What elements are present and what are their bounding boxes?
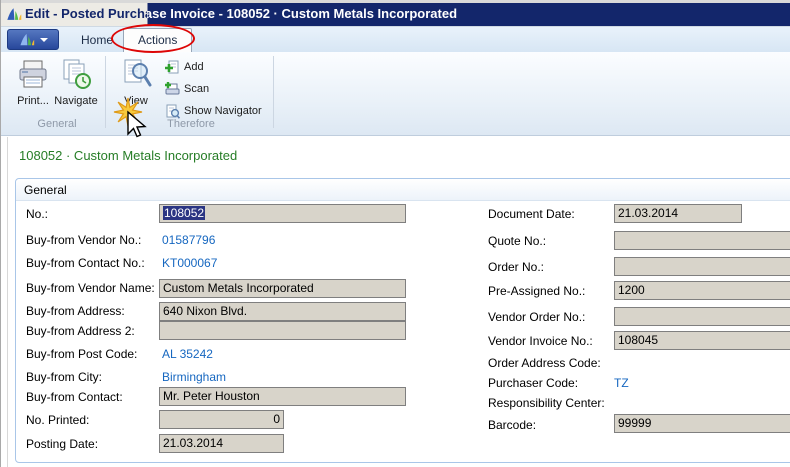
- scan-button[interactable]: Scan: [164, 80, 209, 98]
- no-field-label: No.:: [26, 207, 48, 221]
- view-icon: [120, 58, 152, 90]
- ribbon: Print... Navigate View: [1, 52, 790, 136]
- responsibility-center-label: Responsibility Center:: [488, 396, 605, 410]
- buy-from-post-code-label: Buy-from Post Code:: [26, 347, 137, 361]
- view-button[interactable]: View: [113, 56, 159, 120]
- scan-button-label: Scan: [184, 83, 209, 95]
- posting-date-label: Posting Date:: [26, 437, 98, 451]
- buy-from-contact-label: Buy-from Contact:: [26, 390, 123, 404]
- buy-from-contact-no-link[interactable]: KT000067: [162, 256, 217, 270]
- app-menu-logo-icon: [19, 33, 35, 47]
- purchaser-code-label: Purchaser Code:: [488, 376, 578, 390]
- application-menu-button[interactable]: [7, 29, 59, 50]
- barcode-label: Barcode:: [488, 418, 536, 432]
- posting-date-input[interactable]: 21.03.2014: [159, 434, 284, 453]
- pre-assigned-no-label: Pre-Assigned No.:: [488, 284, 585, 298]
- purchaser-code-link[interactable]: TZ: [614, 376, 629, 390]
- buy-from-vendor-no-label: Buy-from Vendor No.:: [26, 233, 141, 247]
- window-titlebar: Edit - Posted Purchase Invoice - 108052 …: [1, 3, 790, 26]
- actions-highlight-ellipse: [111, 24, 195, 53]
- document-date-label: Document Date:: [488, 207, 575, 221]
- vendor-order-no-label: Vendor Order No.:: [488, 310, 585, 324]
- add-icon: [164, 59, 180, 75]
- scan-icon: [164, 81, 180, 97]
- buy-from-contact-input[interactable]: Mr. Peter Houston: [159, 387, 406, 406]
- order-address-code-label: Order Address Code:: [488, 356, 601, 370]
- show-navigator-icon: [164, 103, 180, 119]
- buy-from-vendor-no-link[interactable]: 01587796: [162, 233, 215, 247]
- buy-from-address2-input[interactable]: [159, 321, 406, 340]
- pre-assigned-no-input[interactable]: 1200: [614, 281, 790, 300]
- order-no-label: Order No.:: [488, 260, 544, 274]
- order-no-input[interactable]: [614, 257, 790, 276]
- group-separator: [105, 56, 106, 128]
- group-separator: [273, 56, 274, 128]
- print-button[interactable]: Print...: [10, 56, 56, 120]
- general-fasttab-header[interactable]: General: [16, 179, 790, 201]
- no-input[interactable]: 108052: [159, 204, 406, 223]
- buy-from-address-input[interactable]: 640 Nixon Blvd.: [159, 302, 406, 321]
- no-input-selected-text: 108052: [163, 206, 205, 220]
- buy-from-address-label: Buy-from Address:: [26, 304, 125, 318]
- navigate-icon: [60, 58, 92, 90]
- vendor-invoice-no-label: Vendor Invoice No.:: [488, 334, 593, 348]
- navigate-button-label: Navigate: [53, 95, 99, 107]
- page-title: 108052 · Custom Metals Incorporated: [19, 148, 237, 163]
- buy-from-vendor-name-label: Buy-from Vendor Name:: [26, 281, 155, 295]
- group-label-therefore: Therefore: [109, 118, 273, 130]
- vendor-order-no-input[interactable]: [614, 307, 790, 326]
- content-left-border: [7, 137, 8, 467]
- group-label-general: General: [9, 118, 105, 130]
- buy-from-address2-label: Buy-from Address 2:: [26, 324, 135, 338]
- barcode-input[interactable]: 99999: [614, 414, 790, 433]
- buy-from-post-code-link[interactable]: AL 35242: [162, 347, 213, 361]
- vendor-invoice-no-input[interactable]: 108045: [614, 331, 790, 350]
- quote-no-label: Quote No.:: [488, 234, 546, 248]
- no-printed-input[interactable]: 0: [159, 410, 284, 429]
- posted-purchase-invoice-window: { "window": { "title": "Edit - Posted Pu…: [0, 0, 790, 467]
- navigate-button[interactable]: Navigate: [53, 56, 99, 120]
- show-navigator-button-label: Show Navigator: [184, 105, 262, 117]
- document-date-input[interactable]: 21.03.2014: [614, 204, 742, 223]
- buy-from-vendor-name-input[interactable]: Custom Metals Incorporated: [159, 279, 406, 298]
- no-printed-label: No. Printed:: [26, 413, 89, 427]
- buy-from-city-label: Buy-from City:: [26, 370, 102, 384]
- add-button[interactable]: Add: [164, 58, 204, 76]
- view-button-label: View: [113, 95, 159, 107]
- buy-from-city-link[interactable]: Birmingham: [162, 370, 226, 384]
- print-button-label: Print...: [10, 95, 56, 107]
- quote-no-input[interactable]: [614, 231, 790, 250]
- chevron-down-icon: [40, 38, 48, 42]
- buy-from-contact-no-label: Buy-from Contact No.:: [26, 256, 145, 270]
- add-button-label: Add: [184, 61, 204, 73]
- printer-icon: [17, 58, 49, 90]
